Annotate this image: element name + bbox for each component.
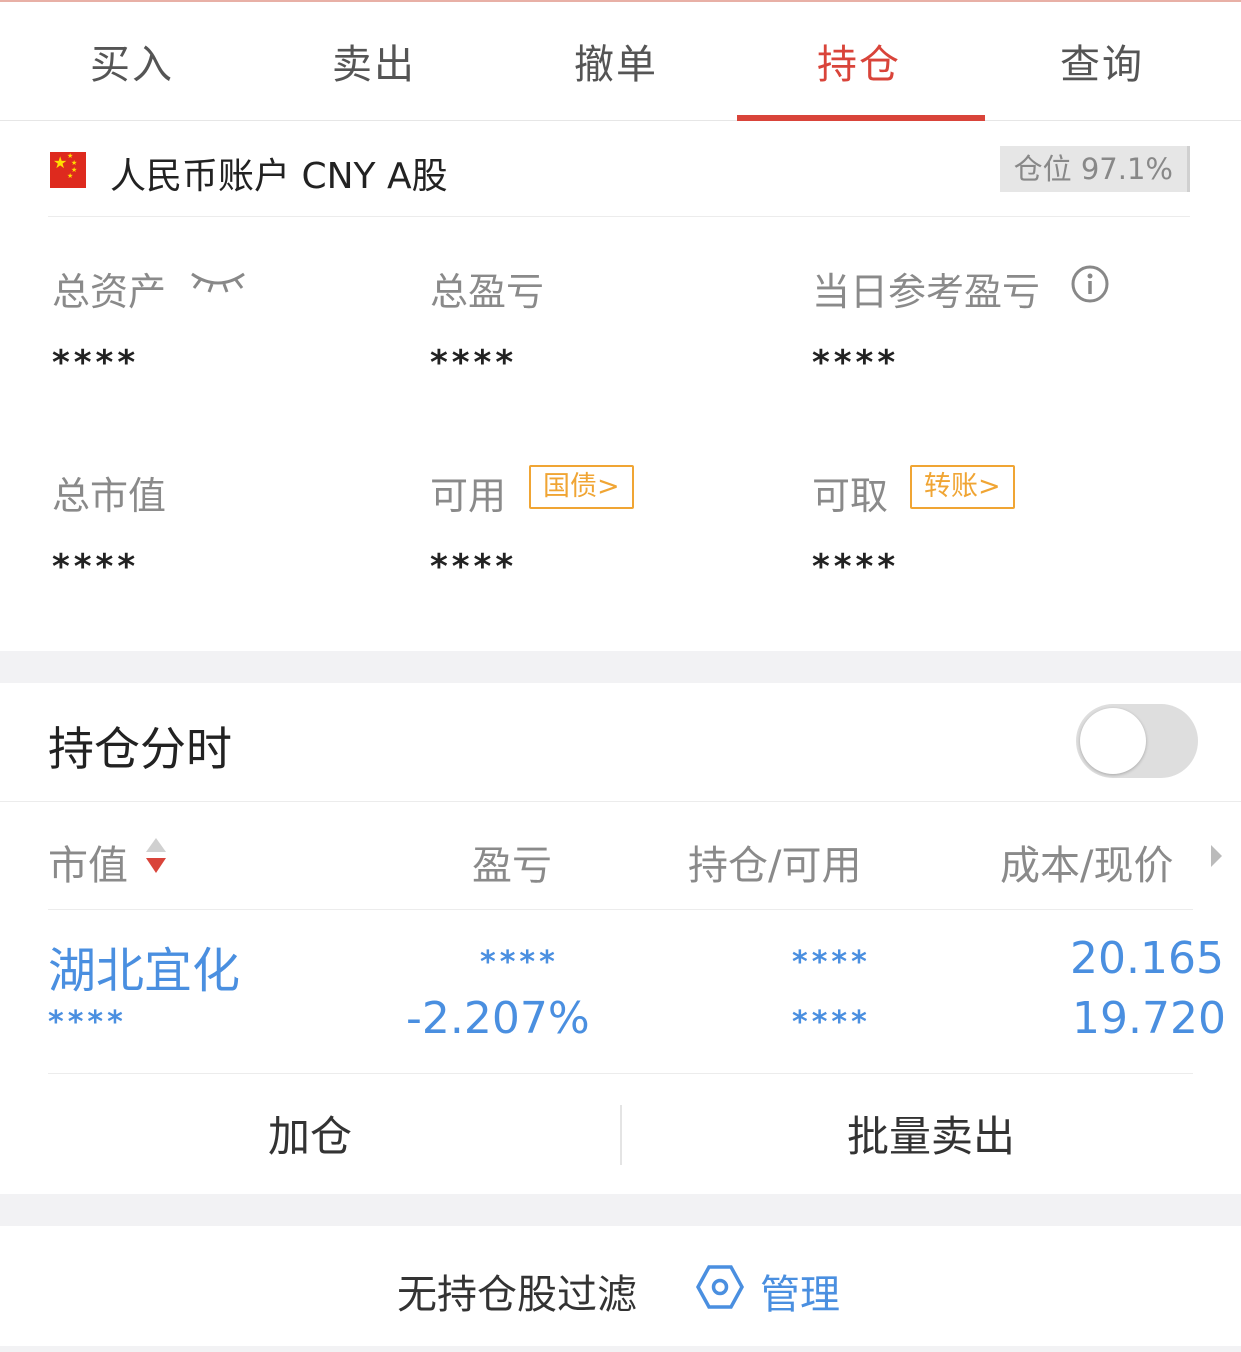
withdrawable-label: 可取 bbox=[812, 474, 889, 518]
filter-bar: 无持仓股过滤 管理 bbox=[0, 1226, 1241, 1346]
available-label: 可用 bbox=[430, 474, 507, 518]
column-holding-available: 持仓/可用 bbox=[688, 843, 862, 889]
no-holding-filter-label: 无持仓股过滤 bbox=[397, 1272, 637, 1318]
hide-eye-icon[interactable] bbox=[188, 264, 248, 294]
gear-icon[interactable] bbox=[696, 1263, 744, 1311]
account-header: ★ ★ ★ ★ ★ 人民币账户 CNY A股 仓位 97.1% bbox=[48, 121, 1190, 217]
total-pnl-value: **** bbox=[430, 343, 518, 383]
total-assets-label: 总资产 bbox=[52, 270, 167, 314]
position-ratio-badge: 仓位 97.1% bbox=[999, 146, 1190, 192]
column-pnl: 盈亏 bbox=[472, 843, 552, 889]
tab-query[interactable]: 查询 bbox=[978, 2, 1226, 120]
daily-pnl-value: **** bbox=[812, 343, 900, 383]
tab-holdings[interactable]: 持仓 bbox=[735, 2, 985, 121]
tab-cancel-order[interactable]: 撤单 bbox=[492, 2, 740, 120]
header-divider bbox=[48, 909, 1193, 910]
row-market-value: **** bbox=[48, 1005, 127, 1040]
row-cost: 20.165 bbox=[1070, 933, 1224, 984]
china-flag-icon: ★ ★ ★ ★ ★ bbox=[50, 152, 86, 188]
add-position-button[interactable]: 加仓 bbox=[0, 1073, 620, 1193]
row-pnl-percent: -2.207% bbox=[406, 993, 590, 1044]
tab-sell[interactable]: 卖出 bbox=[250, 2, 498, 120]
daily-pnl-label: 当日参考盈亏 bbox=[812, 270, 1041, 314]
treasury-bond-button[interactable]: 国债> bbox=[529, 465, 634, 509]
column-market-value[interactable]: 市值 bbox=[48, 833, 128, 891]
trade-tab-bar: 买入 卖出 撤单 持仓 查询 bbox=[0, 2, 1241, 121]
info-icon[interactable] bbox=[1070, 264, 1110, 304]
total-assets-value: **** bbox=[52, 343, 140, 383]
withdrawable-value: **** bbox=[812, 547, 900, 587]
total-pnl-label: 总盈亏 bbox=[430, 270, 545, 314]
market-value-value: **** bbox=[52, 547, 140, 587]
row-pnl-amount: **** bbox=[480, 945, 559, 980]
manage-button[interactable]: 管理 bbox=[760, 1262, 840, 1320]
row-price: 19.720 bbox=[1072, 993, 1226, 1044]
batch-sell-button[interactable]: 批量卖出 bbox=[621, 1073, 1241, 1193]
row-holding: **** bbox=[792, 945, 871, 980]
toggle-knob bbox=[1080, 708, 1146, 774]
holdings-section: 持仓分时 市值 盈亏 持仓/可用 成本/现价 湖北宜化 **** **** -2… bbox=[0, 683, 1241, 1194]
transfer-button[interactable]: 转账> bbox=[910, 465, 1015, 509]
tab-buy[interactable]: 买入 bbox=[8, 2, 256, 120]
stock-name[interactable]: 湖北宜化 bbox=[48, 931, 240, 1001]
tab-holdings-label: 持仓 bbox=[817, 42, 901, 88]
chevron-right-icon[interactable] bbox=[1208, 843, 1224, 869]
account-title: 人民币账户 CNY A股 bbox=[110, 156, 448, 197]
holdings-timeline-title: 持仓分时 bbox=[48, 722, 232, 776]
column-cost-price: 成本/现价 bbox=[1000, 843, 1174, 889]
account-summary-card: ★ ★ ★ ★ ★ 人民币账户 CNY A股 仓位 97.1% 总资产 ****… bbox=[0, 121, 1241, 651]
sort-icon[interactable] bbox=[145, 836, 167, 876]
holdings-timeline-toggle[interactable] bbox=[1076, 704, 1198, 778]
row-available: **** bbox=[792, 1005, 871, 1040]
available-value: **** bbox=[430, 547, 518, 587]
section-divider bbox=[0, 801, 1241, 802]
market-value-label: 总市值 bbox=[52, 474, 167, 518]
